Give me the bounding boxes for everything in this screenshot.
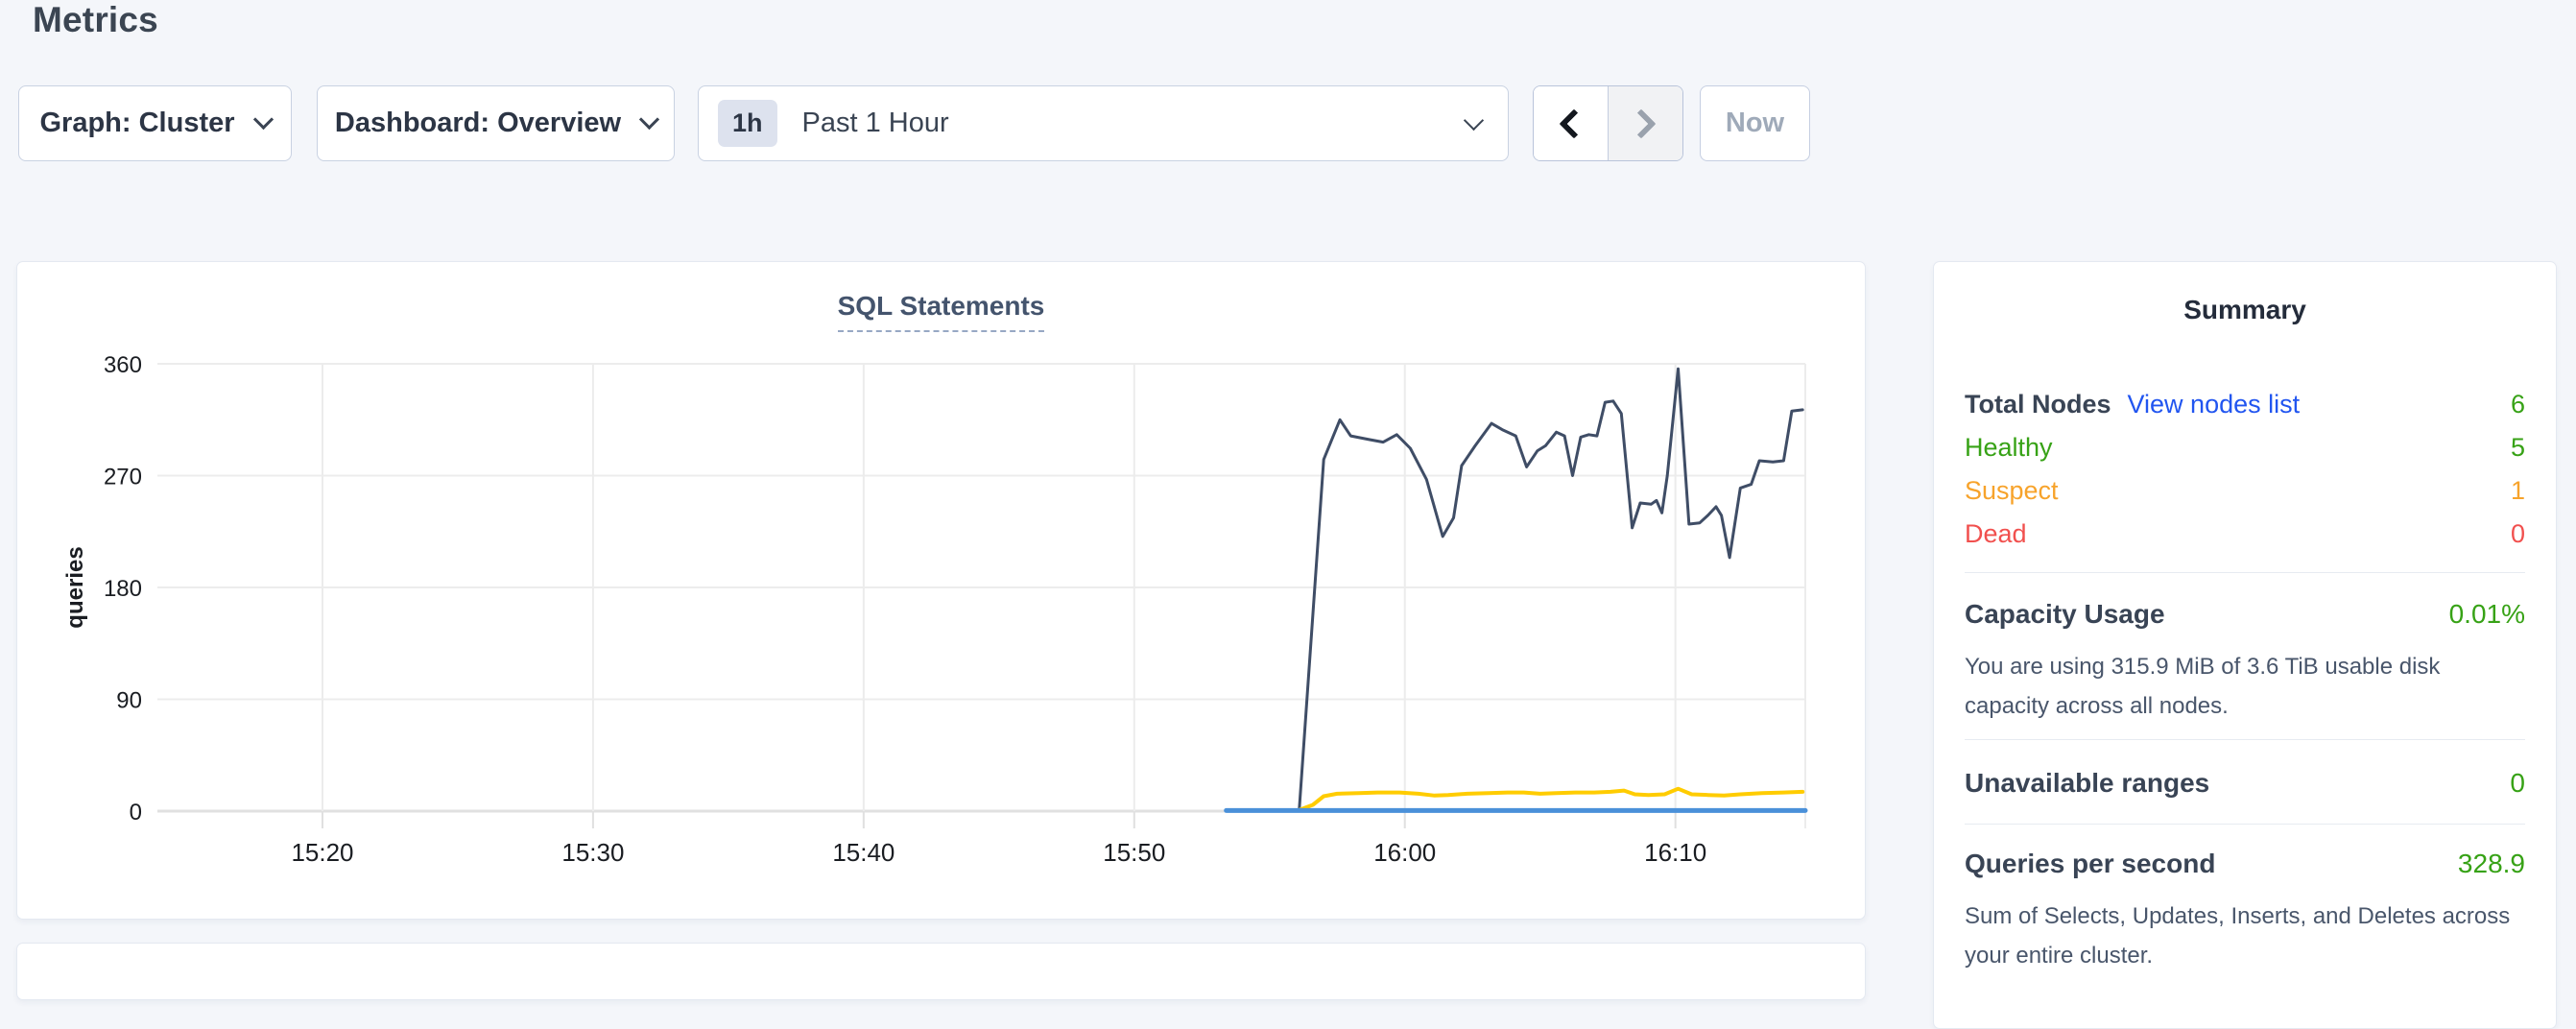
- x-axis-tick-label: 15:20: [291, 838, 353, 867]
- time-range-label: Past 1 Hour: [802, 108, 1467, 139]
- unavailable-ranges-heading: Unavailable ranges 0: [1965, 768, 2525, 799]
- divider: [1965, 824, 2525, 825]
- graph-dropdown[interactable]: Graph: Cluster: [18, 85, 292, 161]
- toolbar: Graph: Cluster Dashboard: Overview 1h Pa…: [18, 85, 1810, 161]
- node-status-rows: Total Nodes View nodes list 6 Healthy 5 …: [1965, 383, 2525, 556]
- y-axis-tick-label: 0: [130, 800, 142, 826]
- next-chart-card-cut: [16, 943, 1866, 1000]
- unavailable-ranges-value: 0: [2510, 768, 2525, 799]
- time-range-badge: 1h: [718, 100, 777, 147]
- capacity-usage-description: You are using 315.9 MiB of 3.6 TiB usabl…: [1965, 647, 2525, 726]
- y-axis-tick-label: 180: [104, 576, 142, 602]
- dead-label: Dead: [1965, 519, 2027, 549]
- chevron-right-icon: [1627, 108, 1657, 138]
- time-range-select[interactable]: 1h Past 1 Hour: [698, 85, 1509, 161]
- next-timespan-button[interactable]: [1609, 86, 1683, 160]
- suspect-label: Suspect: [1965, 476, 2059, 506]
- x-axis-tick-label: 15:30: [561, 838, 624, 867]
- divider: [1965, 572, 2525, 573]
- time-step-buttons: [1533, 85, 1683, 161]
- dashboard-dropdown-label: Dashboard: Overview: [335, 108, 621, 139]
- total-nodes-label: Total Nodes: [1965, 390, 2111, 419]
- healthy-label: Healthy: [1965, 433, 2053, 463]
- x-axis-tick-label: 15:40: [832, 838, 894, 867]
- previous-timespan-button[interactable]: [1534, 86, 1609, 160]
- now-button[interactable]: Now: [1700, 85, 1810, 161]
- queries-per-second-label: Queries per second: [1965, 849, 2215, 879]
- chevron-down-icon: [1464, 110, 1484, 131]
- healthy-nodes-row: Healthy 5: [1965, 426, 2525, 469]
- total-nodes-value: 6: [2511, 390, 2525, 419]
- chevron-left-icon: [1560, 108, 1589, 138]
- total-nodes-row: Total Nodes View nodes list 6: [1965, 383, 2525, 426]
- divider: [1965, 739, 2525, 740]
- unavailable-ranges-label: Unavailable ranges: [1965, 768, 2209, 799]
- healthy-value: 5: [2511, 433, 2525, 463]
- series-navy-line: [1300, 369, 1802, 808]
- chevron-down-icon: [639, 109, 659, 130]
- x-axis-tick-label: 15:50: [1103, 838, 1165, 867]
- sql-statements-chart[interactable]: 0 90 180 270 360 15:20 15:30 15:40 15:50 16:00 16:…: [17, 262, 1867, 921]
- series-yellow-line: [1300, 789, 1802, 810]
- graph-dropdown-label: Graph: Cluster: [39, 108, 234, 139]
- summary-title: Summary: [1965, 295, 2525, 323]
- summary-panel: Summary Total Nodes View nodes list 6 He…: [1933, 261, 2557, 1029]
- y-axis-tick-label: 360: [104, 352, 142, 378]
- queries-per-second-value: 328.9: [2458, 849, 2525, 879]
- suspect-value: 1: [2511, 476, 2525, 506]
- sql-statements-chart-card: SQL Statements 09018027036015:2015:3015:…: [16, 261, 1866, 920]
- dead-nodes-row: Dead 0: [1965, 513, 2525, 556]
- y-axis-tick-label: 90: [116, 688, 142, 714]
- dead-value: 0: [2511, 519, 2525, 549]
- capacity-usage-value: 0.01%: [2449, 599, 2525, 630]
- suspect-nodes-row: Suspect 1: [1965, 469, 2525, 513]
- dashboard-dropdown[interactable]: Dashboard: Overview: [317, 85, 675, 161]
- view-nodes-list-link[interactable]: View nodes list: [2128, 390, 2301, 419]
- metrics-page: Metrics Graph: Cluster Dashboard: Overvi…: [0, 0, 2576, 950]
- queries-per-second-description: Sum of Selects, Updates, Inserts, and De…: [1965, 897, 2525, 975]
- queries-per-second-heading: Queries per second 328.9: [1965, 849, 2525, 879]
- x-axis-tick-label: 16:00: [1373, 838, 1436, 867]
- x-axis-tick-label: 16:10: [1644, 838, 1706, 867]
- now-button-label: Now: [1726, 108, 1784, 139]
- y-axis-tick-label: 270: [104, 465, 142, 491]
- chevron-down-icon: [252, 109, 273, 130]
- page-title: Metrics: [33, 0, 158, 40]
- capacity-usage-label: Capacity Usage: [1965, 599, 2165, 630]
- capacity-usage-heading: Capacity Usage 0.01%: [1965, 599, 2525, 630]
- y-axis-title: queries: [62, 546, 88, 628]
